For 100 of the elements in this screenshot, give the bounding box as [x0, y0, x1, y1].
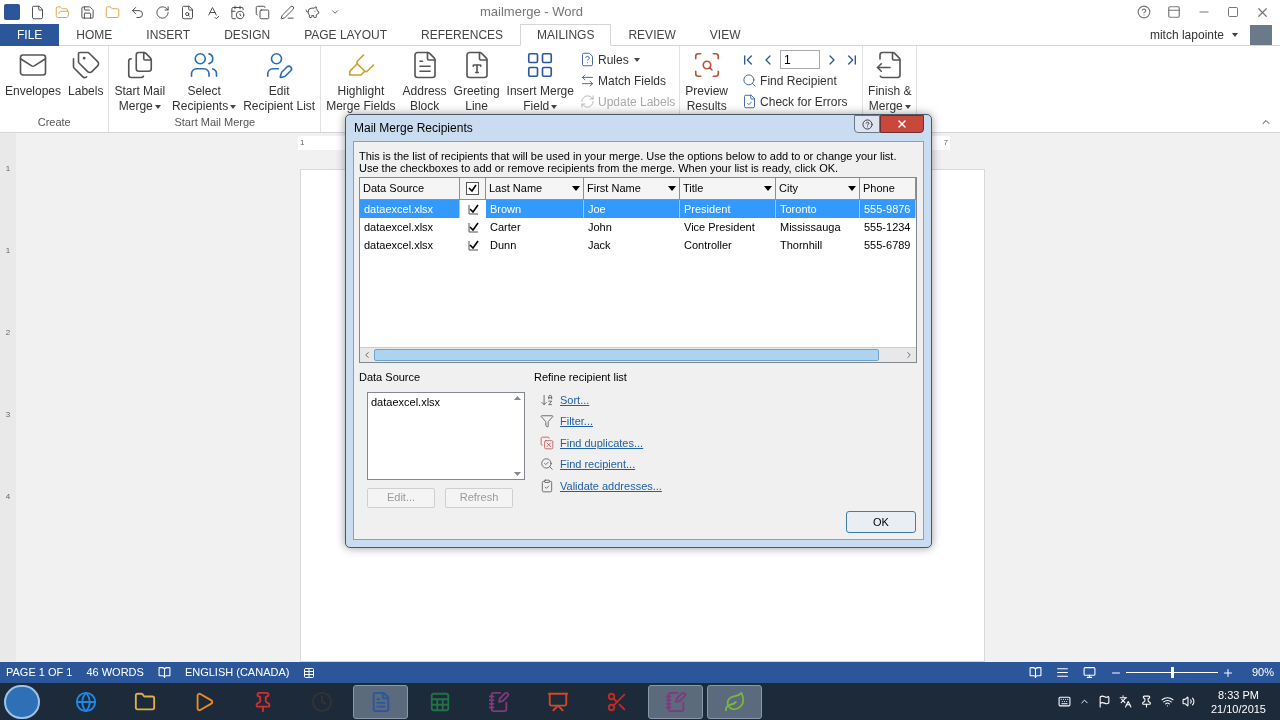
flag-icon[interactable] [1097, 695, 1111, 708]
taskbar-button[interactable] [648, 684, 703, 719]
refine-link[interactable]: Validate addresses... [560, 477, 662, 494]
refine-link[interactable]: Filter... [560, 413, 593, 430]
ribbon-button[interactable]: Finish & Merge [865, 46, 915, 114]
row-checkbox[interactable] [467, 239, 479, 251]
ribbon-button[interactable]: Highlight Merge Fields [323, 46, 399, 114]
print-preview-icon[interactable] [180, 4, 195, 20]
ribbon-tab[interactable]: DESIGN [207, 24, 288, 46]
ribbon-small-button[interactable]: Check for Errors [740, 91, 861, 112]
scroll-up-icon[interactable] [513, 395, 521, 400]
volume-icon[interactable] [1181, 695, 1195, 708]
scroll-left-icon[interactable] [362, 350, 372, 360]
new-document-icon[interactable] [30, 4, 45, 20]
column-header[interactable]: Data Source [360, 178, 460, 200]
help-button[interactable] [854, 115, 880, 133]
column-header[interactable] [460, 178, 486, 200]
macro-icon[interactable] [303, 666, 316, 679]
column-header[interactable]: First Name [584, 178, 680, 200]
undo-icon[interactable] [130, 4, 145, 20]
print-layout-icon[interactable] [1055, 666, 1069, 679]
ribbon-tab[interactable]: MAILINGS [520, 24, 612, 46]
spelling-icon[interactable] [205, 4, 220, 20]
ribbon-tab[interactable]: PAGE LAYOUT [287, 24, 405, 46]
data-source-list[interactable]: dataexcel.xlsx [367, 391, 525, 480]
refine-link[interactable]: Find recipient... [560, 456, 636, 473]
refine-link[interactable]: Sort... [560, 391, 590, 408]
question-document-icon [579, 52, 595, 67]
scroll-thumb[interactable] [374, 349, 879, 361]
zoom-thumb[interactable] [1171, 667, 1175, 678]
ribbon-button[interactable]: Start Mail Merge [111, 46, 169, 114]
scroll-right-icon[interactable] [904, 350, 914, 360]
zoom-slider[interactable] [1125, 666, 1218, 679]
ok-button[interactable]: OK [846, 511, 916, 533]
calendar-icon[interactable] [230, 4, 245, 20]
clock-time[interactable]: 8:33 PM [1218, 687, 1259, 702]
header-checkbox[interactable] [466, 182, 479, 195]
list-item[interactable]: dataexcel.xlsx [371, 393, 507, 410]
ribbon-small-button[interactable]: Find Recipient [740, 70, 861, 91]
caret-icon [230, 104, 237, 109]
status-text[interactable]: 46 WORDS [86, 664, 144, 681]
ribbon-button[interactable]: Labels [65, 46, 107, 99]
record-field[interactable]: 1 [780, 50, 821, 69]
ribbon-tab[interactable]: VIEW [692, 24, 758, 46]
ribbon-tab[interactable]: REVIEW [611, 24, 693, 46]
close-button[interactable] [880, 115, 924, 133]
maximize-icon[interactable] [1227, 6, 1239, 18]
ribbon-tab[interactable]: HOME [59, 24, 130, 46]
ribbon-button[interactable]: Insert Merge Field [503, 46, 577, 114]
ribbon-display-icon[interactable] [1167, 5, 1181, 19]
pen-icon[interactable] [280, 4, 295, 20]
copy-icon[interactable] [255, 4, 270, 20]
account-name[interactable]: mitch lapointe [1149, 25, 1224, 44]
status-text[interactable]: PAGE 1 OF 1 [6, 664, 73, 681]
recipient-row[interactable]: dataexcel.xlsx Carter John Vice President Mississauga 555-1234 [360, 218, 916, 236]
keyboard-icon[interactable] [1057, 695, 1071, 708]
help-icon[interactable] [1137, 5, 1151, 19]
taskbar-button[interactable] [707, 684, 762, 719]
pin-icon[interactable] [1139, 695, 1153, 708]
ribbon-tab[interactable]: FILE [0, 24, 60, 46]
scroll-down-icon[interactable] [513, 471, 521, 476]
ribbon-button[interactable]: Preview Results [682, 46, 732, 114]
ribbon-tab[interactable]: INSERT [129, 24, 208, 46]
refine-link[interactable]: Find duplicates... [560, 434, 644, 451]
column-header[interactable]: City [776, 178, 860, 200]
dialog-description: This is the list of recipients that will be used in your merge. Use the options below to add to or change your list. Use the checkboxes to add or remove recipients from the merge. When your list is ready, click OK. [359, 150, 898, 174]
start-button[interactable] [4, 684, 40, 719]
column-header[interactable]: Phone [860, 178, 916, 200]
ribbon-small-button[interactable]: Rules [577, 49, 678, 70]
redo-icon[interactable] [155, 4, 170, 20]
ribbon-button[interactable]: Edit Recipient List [240, 46, 319, 114]
table-cell-text: John [588, 219, 612, 235]
save-icon[interactable] [80, 4, 95, 20]
clock-date[interactable]: 21/10/2015 [1210, 701, 1266, 716]
status-text[interactable]: ENGLISH (CANADA) [184, 664, 290, 681]
zoom-level[interactable]: 90% [1251, 664, 1274, 681]
column-header[interactable]: Last Name [486, 178, 584, 200]
avatar[interactable] [1250, 24, 1272, 45]
proofing-icon[interactable] [157, 666, 171, 679]
row-checkbox[interactable] [467, 203, 479, 215]
dialog-title: Mail Merge Recipients [354, 120, 473, 137]
ribbon-tab[interactable]: REFERENCES [404, 24, 521, 46]
wifi-icon[interactable] [1160, 695, 1174, 708]
ribbon-button[interactable]: Select Recipients [169, 46, 240, 114]
group-label: Start Mail Merge [173, 115, 257, 130]
ribbon-button[interactable]: Greeting Line [450, 46, 503, 114]
table-cell-text: dataexcel.xlsx [364, 237, 434, 253]
piggy-bank-icon[interactable] [305, 4, 320, 20]
column-header[interactable]: Title [680, 178, 776, 200]
ribbon-small-button[interactable]: Match Fields [577, 70, 678, 91]
web-layout-icon[interactable] [1082, 666, 1096, 679]
horizontal-scrollbar[interactable] [360, 347, 916, 362]
recipient-row[interactable]: dataexcel.xlsx Dunn Jack Controller Thornhill 555-6789 [360, 236, 916, 254]
zoom-in-icon[interactable] [1221, 666, 1234, 679]
read-mode-icon[interactable] [1028, 666, 1042, 679]
row-checkbox[interactable] [467, 221, 479, 233]
taskbar-button[interactable] [353, 684, 408, 719]
ribbon-button[interactable]: Envelopes [2, 46, 65, 99]
language-icon[interactable] [1118, 695, 1132, 708]
ribbon-button[interactable]: Address Block [399, 46, 450, 114]
